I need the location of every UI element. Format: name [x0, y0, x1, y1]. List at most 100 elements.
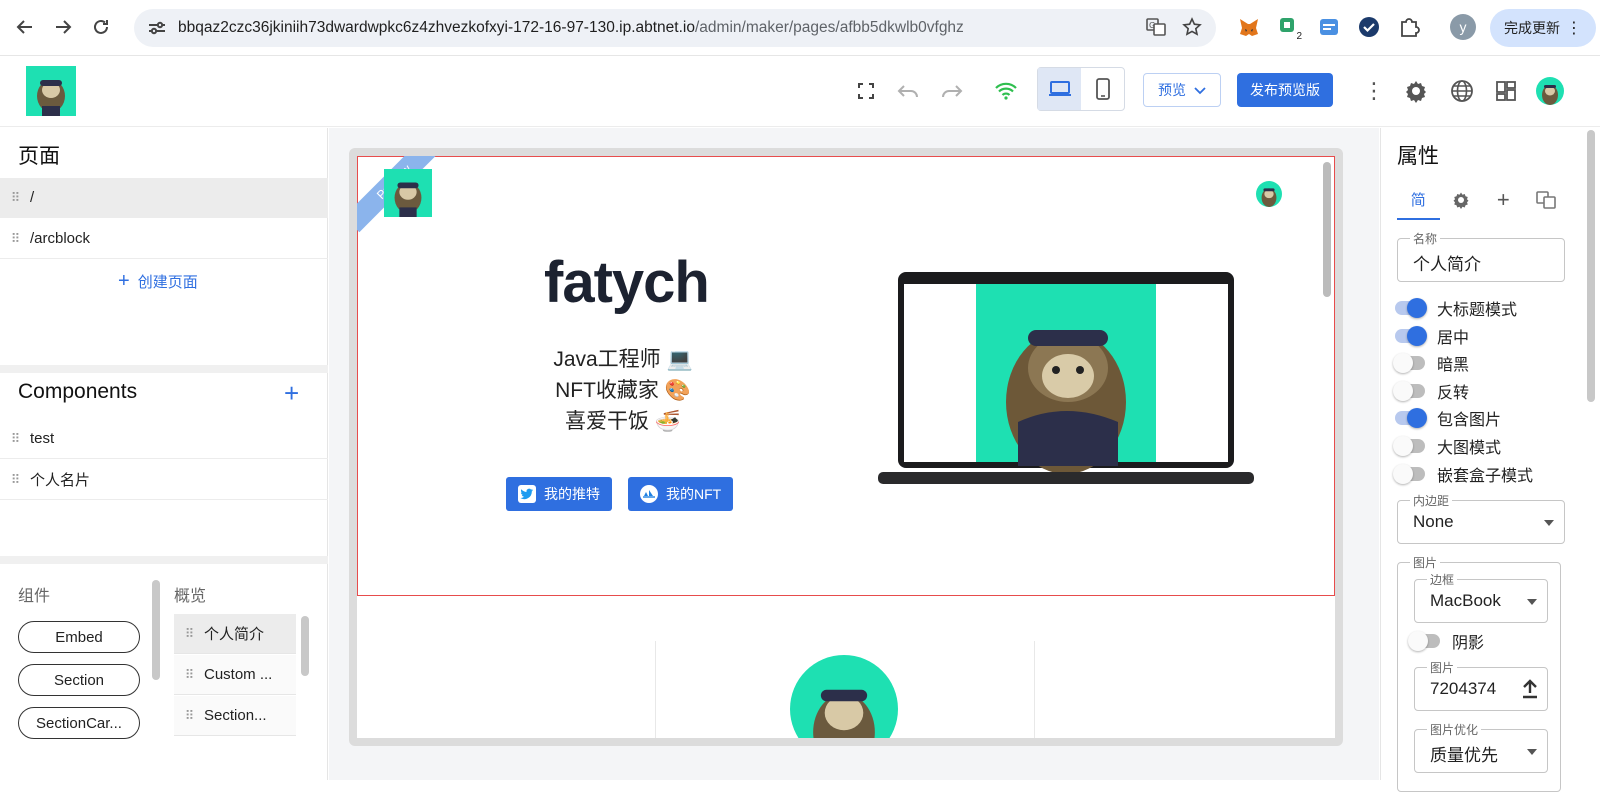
toggle-label: 大标题模式: [1437, 302, 1518, 319]
brand-title: fatych: [544, 250, 710, 315]
more-vert-icon[interactable]: ⋮: [1358, 75, 1390, 107]
fullscreen-icon[interactable]: [850, 75, 882, 107]
toggle-switch[interactable]: [1393, 436, 1425, 456]
mobile-view-icon[interactable]: [1081, 68, 1124, 110]
toggle-switch[interactable]: [1393, 464, 1425, 484]
extensions-puzzle-icon[interactable]: [1396, 14, 1422, 40]
component-chip-sectioncard[interactable]: SectionCar...: [18, 707, 140, 739]
address-bar[interactable]: bbqaz2czc36jkiniih73dwardwpkc6z4zhvezkof…: [134, 9, 1216, 47]
toggle-switch[interactable]: [1393, 381, 1425, 401]
toggle-switch[interactable]: [1395, 326, 1427, 346]
toggle-label: 嵌套盒子模式: [1437, 468, 1534, 485]
twitter-label: 我的推特: [544, 486, 600, 502]
preview-scrollbar[interactable]: [1323, 162, 1331, 297]
toggle-switch[interactable]: [1393, 353, 1425, 373]
components-title: Components: [18, 380, 138, 403]
overview-item[interactable]: ⠿ Custom ...: [174, 655, 296, 695]
drag-handle-icon[interactable]: ⠿: [0, 431, 30, 447]
component-item-test[interactable]: ⠿ test: [0, 419, 328, 459]
drag-handle-icon[interactable]: ⠿: [0, 472, 30, 488]
drag-handle-icon[interactable]: ⠿: [174, 708, 204, 724]
image-id-field[interactable]: 图片 7204374: [1414, 659, 1548, 711]
gear-icon[interactable]: [1400, 75, 1432, 107]
translate-icon[interactable]: [1525, 180, 1568, 220]
reload-icon[interactable]: [88, 14, 114, 40]
undo-icon[interactable]: [892, 75, 924, 107]
macbook-image-frame: [878, 272, 1258, 497]
create-page-button[interactable]: + 创建页面: [118, 270, 198, 293]
site-settings-icon[interactable]: [146, 17, 168, 39]
caret-down-icon: [1527, 749, 1537, 755]
tab-simple[interactable]: 简: [1397, 180, 1440, 220]
name-field[interactable]: 名称 个人简介: [1397, 230, 1565, 282]
profile-avatar[interactable]: y: [1450, 14, 1476, 40]
update-label: 完成更新: [1504, 20, 1560, 36]
twitter-button[interactable]: 我的推特: [506, 477, 612, 511]
toggle-dark[interactable]: 暗黑: [1393, 351, 1469, 375]
publish-preview-button[interactable]: 发布预览版: [1237, 73, 1333, 107]
hero-section[interactable]: Preview fatych Java工程师 💻 NFT收藏家 🎨 喜爱干饭 🍜…: [357, 156, 1335, 596]
padding-select[interactable]: 内边距 None: [1397, 492, 1565, 544]
profile-card-section[interactable]: [655, 641, 1035, 738]
overview-item[interactable]: ⠿ 个人简介: [174, 614, 296, 654]
component-chip-section[interactable]: Section: [18, 664, 140, 696]
component-chip-embed[interactable]: Embed: [18, 621, 140, 653]
window-extension-icon[interactable]: [1316, 14, 1342, 40]
translate-icon[interactable]: G: [1146, 17, 1166, 42]
dashboard-icon[interactable]: [1490, 75, 1522, 107]
toggle-label: 包含图片: [1437, 412, 1502, 429]
drag-handle-icon[interactable]: ⠿: [174, 667, 204, 683]
preview-dropdown[interactable]: 预览: [1143, 73, 1221, 107]
upload-icon[interactable]: [1521, 679, 1539, 704]
image-optimize-select[interactable]: 图片优化 质量优先: [1414, 721, 1548, 773]
drag-handle-icon[interactable]: ⠿: [0, 190, 30, 206]
add-component-icon[interactable]: +: [284, 380, 299, 406]
tab-settings[interactable]: [1440, 180, 1483, 220]
page-item-arcblock[interactable]: ⠿ /arcblock: [0, 219, 328, 259]
drag-handle-icon[interactable]: ⠿: [174, 626, 204, 642]
metamask-extension-icon[interactable]: [1236, 14, 1262, 40]
toggle-center[interactable]: 居中: [1395, 324, 1469, 348]
nft-button[interactable]: 我的NFT: [628, 477, 734, 511]
page-item-root[interactable]: ⠿ /: [0, 178, 328, 218]
drag-handle-icon[interactable]: ⠿: [0, 231, 30, 247]
wallet-extension-icon[interactable]: 2: [1276, 14, 1304, 42]
forward-icon[interactable]: [50, 14, 76, 40]
toggle-label: 大图模式: [1437, 440, 1502, 457]
library-scrollbar[interactable]: [152, 580, 160, 680]
toggle-switch[interactable]: [1395, 408, 1427, 428]
toggle-label: 居中: [1437, 330, 1470, 347]
overview-item[interactable]: ⠿ Section...: [174, 696, 296, 736]
toggle-large-image[interactable]: 大图模式: [1393, 434, 1502, 458]
toggle-shadow[interactable]: 阴影: [1408, 629, 1484, 653]
twitter-icon: [518, 485, 536, 503]
globe-icon[interactable]: [1446, 75, 1478, 107]
user-avatar[interactable]: [1534, 75, 1566, 107]
component-item-card[interactable]: ⠿ 个人名片: [0, 460, 328, 500]
left-sidebar: 页面 ⠿ / ⠿ /arcblock + 创建页面 Components + ⠿…: [0, 128, 328, 780]
overview-scrollbar[interactable]: [301, 616, 309, 676]
app-logo[interactable]: [26, 66, 76, 116]
add-icon[interactable]: +: [1482, 180, 1525, 220]
bookmark-star-icon[interactable]: [1182, 17, 1202, 42]
update-button[interactable]: 完成更新 ⋮: [1490, 9, 1596, 47]
tagline-line: NFT收藏家 🎨: [555, 379, 691, 402]
toggle-include-image[interactable]: 包含图片: [1395, 406, 1501, 430]
toggle-nested-box[interactable]: 嵌套盒子模式: [1393, 462, 1534, 486]
check-extension-icon[interactable]: [1356, 14, 1382, 40]
site-user-avatar[interactable]: [1256, 181, 1282, 207]
properties-scrollbar[interactable]: [1587, 130, 1595, 402]
redo-icon[interactable]: [936, 75, 968, 107]
toggle-switch[interactable]: [1408, 631, 1440, 651]
back-icon[interactable]: [12, 14, 38, 40]
border-label: 边框: [1427, 571, 1458, 588]
padding-label: 内边距: [1410, 492, 1453, 509]
site-logo[interactable]: [384, 169, 432, 217]
toggle-switch[interactable]: [1395, 298, 1427, 318]
desktop-view-icon[interactable]: [1038, 68, 1081, 110]
profile-initial: y: [1450, 14, 1476, 40]
name-label: 名称: [1410, 230, 1441, 247]
toggle-big-title[interactable]: 大标题模式: [1395, 296, 1517, 320]
border-select[interactable]: 边框 MacBook: [1414, 571, 1548, 623]
toggle-reverse[interactable]: 反转: [1393, 379, 1469, 403]
